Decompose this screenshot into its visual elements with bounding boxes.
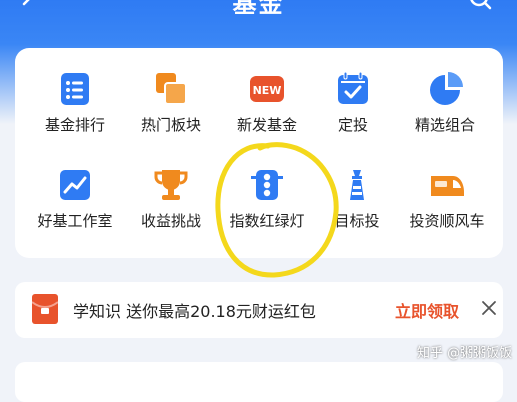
promo-text: 学知识 送你最高20.18元财运红包	[73, 302, 316, 321]
grid-item-selected-portfolio[interactable]: 精选组合	[397, 70, 493, 135]
grid-item-label: 新发基金	[236, 116, 297, 134]
grid-item-fund-studio[interactable]: 好基工作室	[27, 166, 123, 231]
claim-now-button[interactable]: 立即领取	[395, 298, 459, 322]
grid-item-label: 基金排行	[44, 116, 105, 134]
trophy-icon	[154, 170, 188, 200]
promo-banner[interactable]: 学知识 送你最高20.18元财运红包 立即领取	[15, 282, 503, 338]
grid-item-label: 热门板块	[140, 116, 201, 134]
watermark: 知乎 @粥粥饭饭	[417, 346, 513, 361]
annotation-hand-drawn-circle	[215, 142, 339, 278]
grid-item-label: 投资顺风车	[409, 212, 485, 230]
grid-item-label: 收益挑战	[140, 212, 201, 230]
grid-item-hot-sectors[interactable]: 热门板块	[123, 70, 219, 135]
new-fund-icon: NEW	[250, 76, 284, 102]
new-badge-text: NEW	[253, 84, 282, 97]
grid-item-fund-ranking[interactable]: 基金排行	[27, 70, 123, 135]
grid-item-label: 定投	[337, 116, 368, 134]
grid-item-label: 精选组合	[414, 116, 475, 134]
hot-sectors-icon	[156, 73, 187, 105]
search-icon[interactable]	[470, 0, 492, 14]
grid-item-new-funds[interactable]: NEW 新发基金	[219, 70, 315, 135]
red-envelope-icon	[32, 294, 58, 324]
lighthouse-icon	[350, 170, 364, 200]
trend-chart-icon	[60, 170, 90, 200]
train-icon	[431, 176, 464, 196]
grid-item-investment-ride[interactable]: 投资顺风车	[399, 166, 495, 231]
pie-chart-icon	[430, 72, 463, 105]
grid-item-return-challenge[interactable]: 收益挑战	[123, 166, 219, 231]
calendar-check-icon	[338, 71, 368, 104]
page-title: 基金	[232, 0, 285, 18]
grid-item-auto-invest[interactable]: 定投	[305, 70, 401, 135]
header-bar: 基金	[0, 0, 517, 44]
next-section-card	[15, 362, 503, 402]
grid-item-label: 好基工作室	[37, 212, 113, 230]
close-icon[interactable]	[481, 300, 497, 316]
ranking-list-icon	[61, 73, 89, 105]
